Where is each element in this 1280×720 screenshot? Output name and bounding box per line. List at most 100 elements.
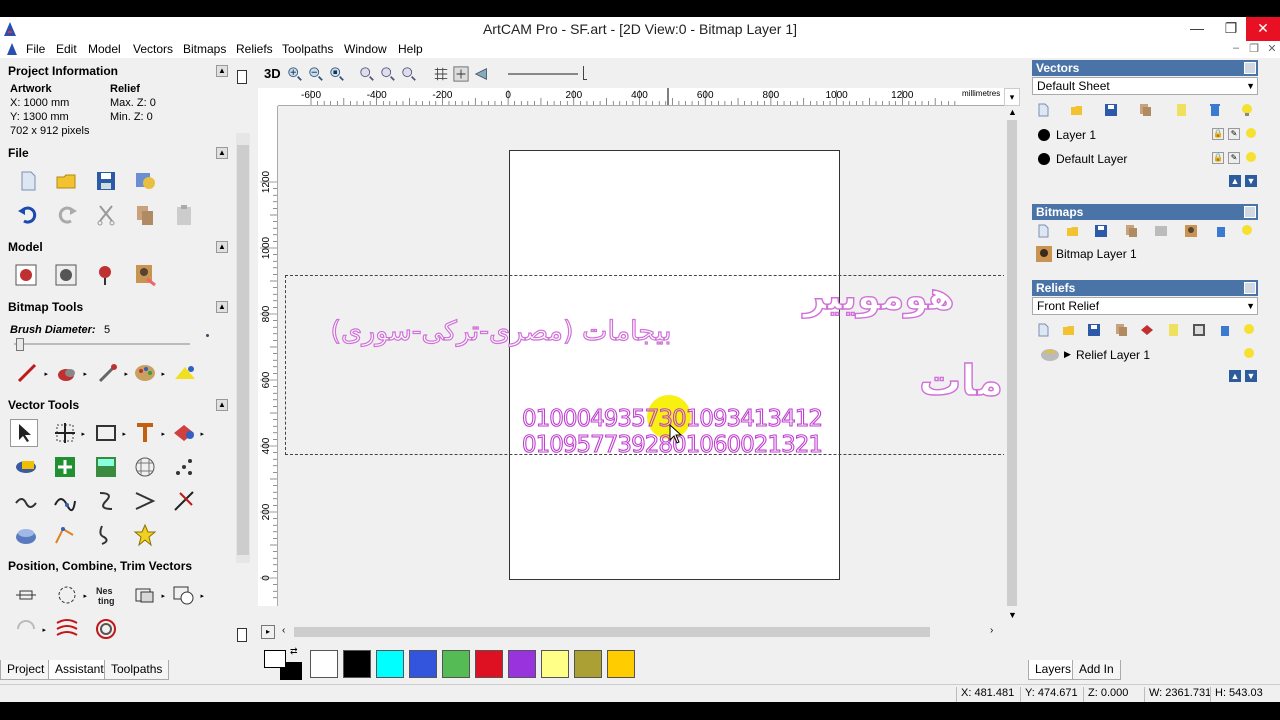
paste-icon[interactable] (170, 201, 198, 229)
select-arrow-icon[interactable] (10, 419, 38, 447)
light-bulb-icon[interactable] (1240, 103, 1254, 117)
brush-slider-handle[interactable] (16, 338, 24, 351)
visibility-bulb-icon[interactable] (1244, 127, 1258, 141)
scroll-right-arrow[interactable]: › (990, 625, 993, 636)
close-vector-icon[interactable] (51, 521, 79, 549)
new-layer-icon[interactable] (1036, 103, 1050, 117)
open-folder-icon[interactable] (53, 167, 81, 195)
extend-vector-icon[interactable] (131, 487, 159, 515)
phone-number-4[interactable]: 01060021321 (671, 431, 823, 458)
toggle-vectors-icon[interactable] (473, 65, 491, 83)
minimize-button[interactable]: — (1180, 17, 1214, 41)
edit-icon[interactable]: ✎ (1228, 128, 1240, 140)
star-icon[interactable] (131, 521, 159, 549)
relief-properties-icon[interactable] (1166, 323, 1180, 337)
primary-colour-swatch[interactable] (264, 650, 286, 668)
colour-swatch[interactable] (343, 650, 371, 678)
menu-edit[interactable]: Edit (56, 42, 77, 56)
colour-swatch[interactable] (475, 650, 503, 678)
colour-swatch[interactable] (376, 650, 404, 678)
zoom-all-icon[interactable] (400, 65, 418, 83)
layer-properties-icon[interactable] (1174, 103, 1188, 117)
view-vertical-scrollbar[interactable]: ▲ ▼ (1004, 106, 1020, 624)
model-header[interactable]: Model ▲ (8, 240, 228, 256)
bitmap-to-vector-icon[interactable] (170, 453, 198, 481)
mdi-minimize-button[interactable]: – (1228, 42, 1244, 56)
colour-swatch[interactable] (409, 650, 437, 678)
vector-grid-icon[interactable] (131, 453, 159, 481)
weld-vectors-icon[interactable]: ▸ (170, 581, 204, 609)
menu-toolpaths[interactable]: Toolpaths (282, 42, 333, 56)
new-relief-layer-icon[interactable] (1036, 323, 1050, 337)
collapse-icon[interactable]: ▲ (216, 399, 228, 411)
copy-layer-icon[interactable] (1138, 103, 1152, 117)
split-view-button[interactable]: ▸ (261, 625, 275, 639)
position-combine-header[interactable]: Position, Combine, Trim Vectors (8, 559, 228, 575)
wrap-vectors-icon[interactable] (53, 615, 81, 643)
maximize-button[interactable]: ❐ (1214, 17, 1248, 41)
open-relief-icon[interactable] (1062, 323, 1076, 337)
left-panel-scrollbar[interactable] (236, 133, 250, 563)
bitmap-tools-header[interactable]: Bitmap Tools ▲ (8, 300, 228, 316)
bitmap-properties-icon[interactable] (1154, 224, 1168, 238)
menu-help[interactable]: Help (398, 42, 423, 56)
convert-icon[interactable] (12, 453, 40, 481)
phone-number-3[interactable]: 01095773928 (521, 431, 673, 458)
smooth-bitmap-icon[interactable] (171, 359, 199, 387)
import-image-icon[interactable] (131, 261, 159, 289)
relief-image-icon[interactable] (1192, 323, 1206, 337)
visibility-bulb-icon[interactable] (1244, 151, 1258, 165)
colour-swatch[interactable] (607, 650, 635, 678)
cut-icon[interactable] (92, 201, 120, 229)
move-relief-up-icon[interactable]: ▲ (1229, 370, 1241, 382)
transform-icon[interactable]: ▸ (51, 419, 85, 447)
move-layer-up-icon[interactable]: ▲ (1229, 175, 1241, 187)
vector-sheet-select[interactable]: Default Sheet ▼ (1032, 77, 1258, 95)
relief-visibility-bulb-icon[interactable] (1242, 347, 1256, 361)
reliefs-panel-header[interactable]: Reliefs (1032, 280, 1258, 296)
vector-tools-header[interactable]: Vector Tools ▲ (8, 398, 228, 414)
vector-layer-row[interactable]: Layer 1 🔒 ✎ (1032, 124, 1258, 146)
undo-icon[interactable] (14, 201, 42, 229)
set-origin-icon[interactable] (91, 261, 119, 289)
colour-swatch[interactable] (541, 650, 569, 678)
color-picker-icon[interactable]: ▸ (94, 359, 128, 387)
grid-snap-icon[interactable] (432, 65, 450, 83)
copy-bitmap-icon[interactable] (1124, 224, 1138, 238)
center-in-page-icon[interactable] (12, 581, 40, 609)
bitmaps-panel-header[interactable]: Bitmaps (1032, 204, 1258, 220)
rectangle-icon[interactable]: ▸ (92, 419, 126, 447)
project-info-header[interactable]: Project Information ▲ (8, 64, 228, 80)
file-header[interactable]: File ▲ (8, 146, 228, 162)
bitmap-image-icon[interactable] (1184, 224, 1198, 238)
vector-layer-row[interactable]: Default Layer 🔒 ✎ (1032, 148, 1258, 170)
scrollbar-thumb[interactable] (1007, 120, 1017, 606)
text-tool-icon[interactable]: ▸ (131, 419, 165, 447)
copy-relief-icon[interactable] (1114, 323, 1128, 337)
collapse-icon[interactable]: ▲ (216, 65, 228, 77)
close-button[interactable]: ✕ (1246, 17, 1280, 41)
rotate-copy-icon[interactable]: ▸ (12, 615, 46, 643)
collapse-icon[interactable]: ▲ (216, 241, 228, 253)
menu-bitmaps[interactable]: Bitmaps (183, 42, 226, 56)
3d-view-button[interactable]: 3D (264, 66, 281, 81)
save-relief-icon[interactable] (1087, 323, 1101, 337)
swap-colours-icon[interactable]: ⇄ (290, 646, 298, 657)
nesting-icon[interactable]: Nes ting (92, 581, 120, 609)
fillet-icon[interactable] (92, 521, 120, 549)
scroll-down-arrow[interactable]: ▼ (1008, 610, 1017, 620)
menu-reliefs[interactable]: Reliefs (236, 42, 273, 56)
save-icon[interactable] (92, 167, 120, 195)
scroll-left-arrow[interactable]: ‹ (282, 625, 285, 636)
combine-relief-icon[interactable] (1140, 323, 1154, 337)
spiral-icon[interactable] (92, 615, 120, 643)
paint-pencil-icon[interactable]: ▸ (14, 359, 48, 387)
scrollbar-thumb[interactable] (237, 145, 249, 555)
zoom-out-icon[interactable] (307, 65, 325, 83)
model-size-icon[interactable] (12, 261, 40, 289)
ruler-unit-dropdown-button[interactable]: ▾ (1004, 88, 1020, 106)
vectors-panel-header[interactable]: Vectors (1032, 60, 1258, 76)
open-layer-icon[interactable] (1070, 103, 1084, 117)
phone-number-2[interactable]: 01093413412 (671, 405, 823, 432)
menu-model[interactable]: Model (88, 42, 121, 56)
